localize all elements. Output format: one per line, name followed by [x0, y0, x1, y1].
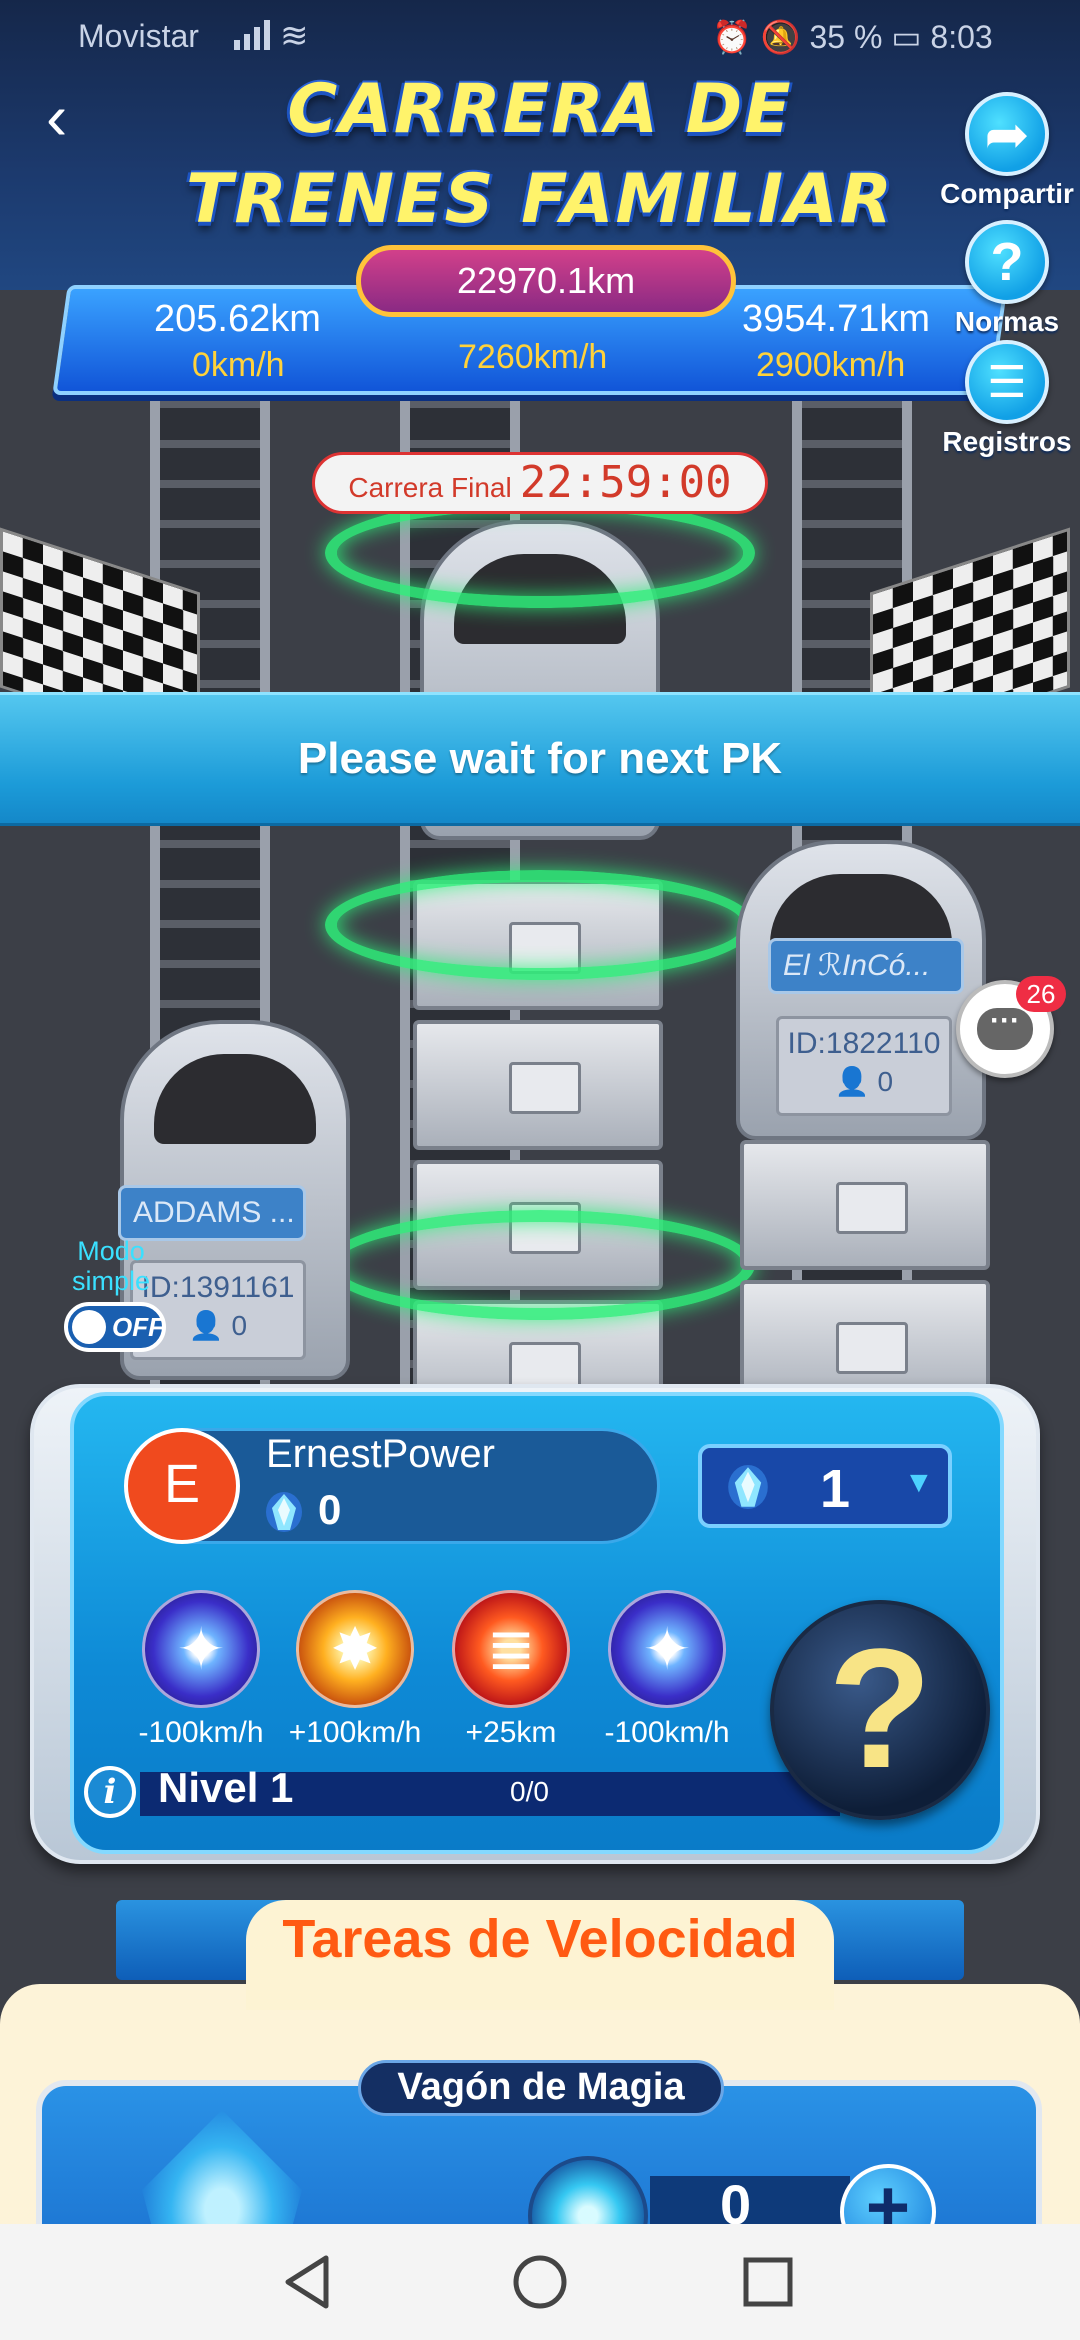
- train-id: ID:1822110: [787, 1027, 941, 1060]
- red-spring-icon: ≣: [452, 1590, 570, 1708]
- share-button[interactable]: ➦ Compartir: [940, 92, 1074, 210]
- rival-train-name-right: El ℛInCó...: [768, 938, 964, 994]
- final-race-countdown: 22:59:00: [519, 457, 732, 508]
- speed-ring: [325, 1210, 755, 1320]
- rival-train-name-left: ADDAMS ...: [118, 1185, 306, 1241]
- rival-train-id-plate-right: ID:1822110 👤 0: [776, 1016, 952, 1116]
- train-wagon: [740, 1140, 990, 1270]
- rules-button[interactable]: ? Normas: [952, 220, 1062, 338]
- final-race-timer-pill: Carrera Final 22:59:00: [312, 452, 768, 514]
- train-wagon: [413, 1020, 663, 1150]
- power-slow-down-2[interactable]: ✦ -100km/h: [590, 1590, 744, 1750]
- member-icon: 👤: [834, 1066, 878, 1097]
- left-team-speed: 0km/h: [192, 346, 285, 384]
- gem-icon: [728, 1465, 768, 1509]
- power-slow-down[interactable]: ✦ -100km/h: [124, 1590, 278, 1750]
- gem-select-value: 1: [820, 1459, 851, 1519]
- mystery-box-button[interactable]: ?: [770, 1600, 990, 1820]
- records-button[interactable]: ☰ Registros: [942, 340, 1072, 458]
- tasks-title: Tareas de Velocidad: [282, 1909, 798, 1969]
- rules-label: Normas: [954, 306, 1060, 337]
- username: ErnestPower: [266, 1432, 495, 1476]
- signal-icon: [234, 20, 270, 50]
- share-label: Compartir: [940, 178, 1074, 209]
- wifi-icon: ≋: [280, 17, 309, 55]
- member-count: 0: [877, 1066, 894, 1097]
- records-label: Registros: [942, 426, 1072, 457]
- total-distance-pill: 22970.1km: [356, 245, 736, 317]
- my-team-speed: 7260km/h: [458, 338, 608, 376]
- final-race-label: Carrera Final: [348, 472, 512, 503]
- page-title-line-2: TRENES FAMILIAR: [185, 160, 895, 239]
- status-right-info: ⏰ 🔕 35 % ▭ 8:03: [712, 19, 993, 55]
- chevron-down-icon: ▼: [904, 1466, 934, 1499]
- gem-amount-select[interactable]: 1 ▼: [698, 1444, 952, 1528]
- question-icon: ?: [965, 220, 1049, 304]
- left-team-distance: 205.62km: [154, 298, 321, 340]
- speed-ring: [325, 870, 755, 980]
- magic-wagon-title: Vagón de Magia: [358, 2060, 724, 2116]
- simple-mode-label: Modo simple: [71, 1236, 151, 1296]
- simple-mode-toggle[interactable]: OFF: [64, 1302, 166, 1352]
- wait-next-pk-banner: Please wait for next PK: [0, 692, 1080, 826]
- nav-recent-apps-icon[interactable]: [736, 2250, 800, 2314]
- right-team-speed: 2900km/h: [756, 346, 906, 384]
- power-boost-distance[interactable]: ≣ +25km: [434, 1590, 588, 1750]
- right-team-distance: 3954.71km: [742, 298, 931, 340]
- list-icon: ☰: [965, 340, 1049, 424]
- blue-sparkle-icon: ✦: [608, 1590, 726, 1708]
- member-count: 0: [231, 1310, 248, 1341]
- power-label: -100km/h: [604, 1716, 730, 1749]
- member-icon: 👤: [188, 1310, 232, 1341]
- user-gem-balance: 0: [318, 1486, 342, 1533]
- chat-unread-badge: 26: [1016, 976, 1066, 1012]
- avatar[interactable]: E: [124, 1428, 240, 1544]
- back-button[interactable]: ‹: [46, 85, 106, 152]
- info-icon[interactable]: i: [84, 1766, 136, 1818]
- nav-home-icon[interactable]: [508, 2250, 572, 2314]
- total-distance: 22970.1km: [456, 260, 636, 301]
- power-speed-up[interactable]: ✸ +100km/h: [278, 1590, 432, 1750]
- share-arrow-icon: ➦: [965, 92, 1049, 176]
- toggle-knob: [72, 1310, 106, 1344]
- chat-bubble-icon: ···: [977, 1006, 1033, 1050]
- gem-icon: [266, 1492, 302, 1532]
- toggle-state-text: OFF: [112, 1312, 164, 1342]
- blue-sparkle-icon: ✦: [142, 1590, 260, 1708]
- carrier-name: Movistar: [78, 18, 199, 54]
- orange-burst-icon: ✸: [296, 1590, 414, 1708]
- train-member-count: 👤 0: [779, 1065, 949, 1098]
- level-label: Nivel 1: [158, 1764, 294, 1811]
- page-title-line-1: CARRERA DE: [287, 70, 793, 149]
- status-bar: Movistar ≋ ⏰ 🔕 35 % ▭ 8:03: [0, 0, 1080, 72]
- level-progress-text: 0/0: [510, 1776, 549, 1807]
- nav-back-icon[interactable]: [278, 2250, 342, 2314]
